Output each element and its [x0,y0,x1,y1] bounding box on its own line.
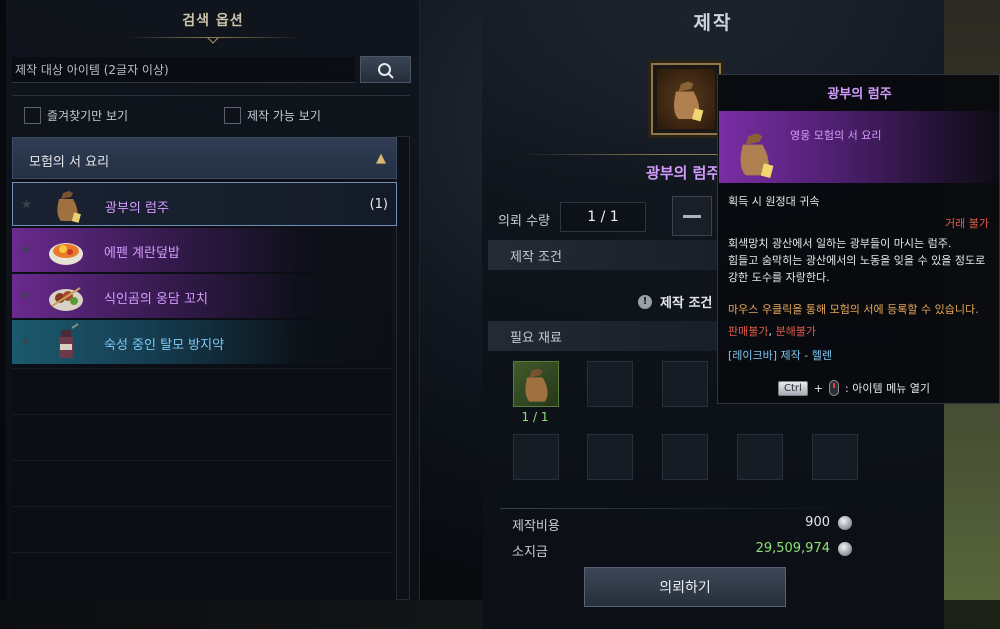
tooltip-title: 광부의 럼주 [827,87,892,102]
request-craft-button[interactable]: 의뢰하기 [584,567,786,607]
star-icon[interactable]: ★ [20,334,32,348]
quantity-field[interactable]: 1 / 1 [560,202,646,232]
craft-cost-value: 900 [805,515,830,530]
ctrl-key-icon: Ctrl [778,380,808,396]
material-slot[interactable] [737,434,783,480]
plus-sign: + [813,381,824,395]
search-button[interactable] [360,56,411,83]
tooltip-description-2: 힘들고 숨막히는 광산에서의 노동을 잊을 수 있을 정도로 [728,254,986,267]
list-scrollbar[interactable] [396,136,410,600]
conditions-label: 제작 조건 [510,250,562,265]
divider [12,95,410,96]
material-slot[interactable] [812,434,858,480]
tooltip-trade: 거래 불가 [945,217,989,230]
item-name: 에펜 계란덮밥 [104,246,180,261]
checkbox-box[interactable] [24,106,41,124]
search-icon [378,63,394,79]
craft-cost-row: 제작비용 900 [512,513,852,534]
recipe-item[interactable]: ★ 광부의 럼주 (1) [12,182,397,226]
search-panel-title: 검색 옵션 [182,13,244,29]
conditions-message: ! 제작 조건 [638,292,712,311]
skewer-icon [49,287,83,311]
tooltip-shortcut-hint: Ctrl + : 아이템 메뉴 열기 [778,380,930,396]
recipe-item[interactable]: ★ 에펜 계란덮밥 [12,228,397,272]
potion-bottle-icon [59,323,79,358]
recipe-item[interactable]: ★ 식인곰의 웅담 꼬치 [12,274,397,318]
item-name: 식인곰의 웅담 꼬치 [104,292,208,307]
funds-label: 소지금 [512,545,548,560]
chevron-up-icon[interactable]: ▲ [376,151,386,166]
dismantle-restriction: 분해불가 [775,325,816,338]
material-slot[interactable] [513,361,559,407]
category-header[interactable]: 모험의 서 요리 ▲ [12,137,397,179]
craft-item-slot[interactable] [651,63,721,135]
rum-sack-icon [525,368,548,402]
tooltip-bound: 획득 시 원정대 귀속 [728,195,820,208]
craft-panel-title: 제작 [693,12,733,34]
tooltip-description-1: 회색망치 광산에서 일하는 광부들이 마시는 럼주. [728,237,952,250]
material-count: 1 / 1 [521,410,549,424]
item-name: 광부의 럼주 [105,201,169,216]
info-icon: ! [638,294,652,309]
sell-restriction: 판매불가 [728,325,769,338]
tooltip-register-hint: 마우스 우클릭을 통해 모험의 서에 등록할 수 있습니다. [728,303,979,316]
rum-sack-icon [740,133,774,179]
recipe-item[interactable]: ★ 숙성 중인 탈모 방지약 [12,320,397,364]
material-slot[interactable] [662,361,708,407]
star-icon[interactable]: ★ [20,288,32,302]
item-tooltip: 광부의 럼주 영웅 모험의 서 요리 획득 시 원정대 귀속 거래 불가 회색망… [717,74,1000,404]
funds-value: 29,509,974 [755,541,830,556]
rice-bowl-icon [49,243,83,265]
material-slot[interactable] [587,434,633,480]
title-ornament [126,34,300,42]
mouse-icon [829,380,840,396]
tooltip-description-3: 강한 도수를 자랑한다. [728,271,830,284]
rum-sack-icon [57,191,81,223]
craft-cost-label: 제작비용 [512,519,560,534]
checkbox-box[interactable] [224,106,241,124]
tooltip-grade: 영웅 모험의 서 요리 [790,129,882,142]
funds-row: 소지금 29,509,974 [512,539,852,560]
favorites-only-label: 즐겨찾기만 보기 [47,108,129,123]
craft-item-name: 광부의 럼주 [646,164,721,182]
quantity-decrease-button[interactable] [672,196,712,236]
divider [500,508,860,509]
menu-hint-text: : 아이템 메뉴 열기 [845,382,931,395]
star-icon[interactable]: ★ [20,242,32,256]
item-name: 숙성 중인 탈모 방지약 [104,338,225,353]
star-icon[interactable]: ★ [21,197,33,211]
quantity-label: 의뢰 수량 [498,214,550,229]
item-count: (1) [369,197,388,212]
conditions-text: 제작 조건 [660,296,713,311]
craftable-only-checkbox[interactable]: 제작 가능 보기 [224,106,321,124]
silver-coin-icon [838,542,852,556]
material-slot[interactable] [513,434,559,480]
material-slot[interactable] [587,361,633,407]
favorites-only-checkbox[interactable]: 즐겨찾기만 보기 [24,106,128,124]
tooltip-source: [레이크바] 제작 - 헬렌 [728,349,833,362]
craftable-only-label: 제작 가능 보기 [247,108,321,123]
materials-label: 필요 재료 [510,331,562,346]
search-input[interactable] [12,57,355,83]
rum-sack-icon [674,81,704,122]
category-label: 모험의 서 요리 [29,155,110,170]
tooltip-restrictions: 판매불가, 분해불가 [728,323,816,340]
material-slot[interactable] [662,434,708,480]
silver-coin-icon [838,516,852,530]
